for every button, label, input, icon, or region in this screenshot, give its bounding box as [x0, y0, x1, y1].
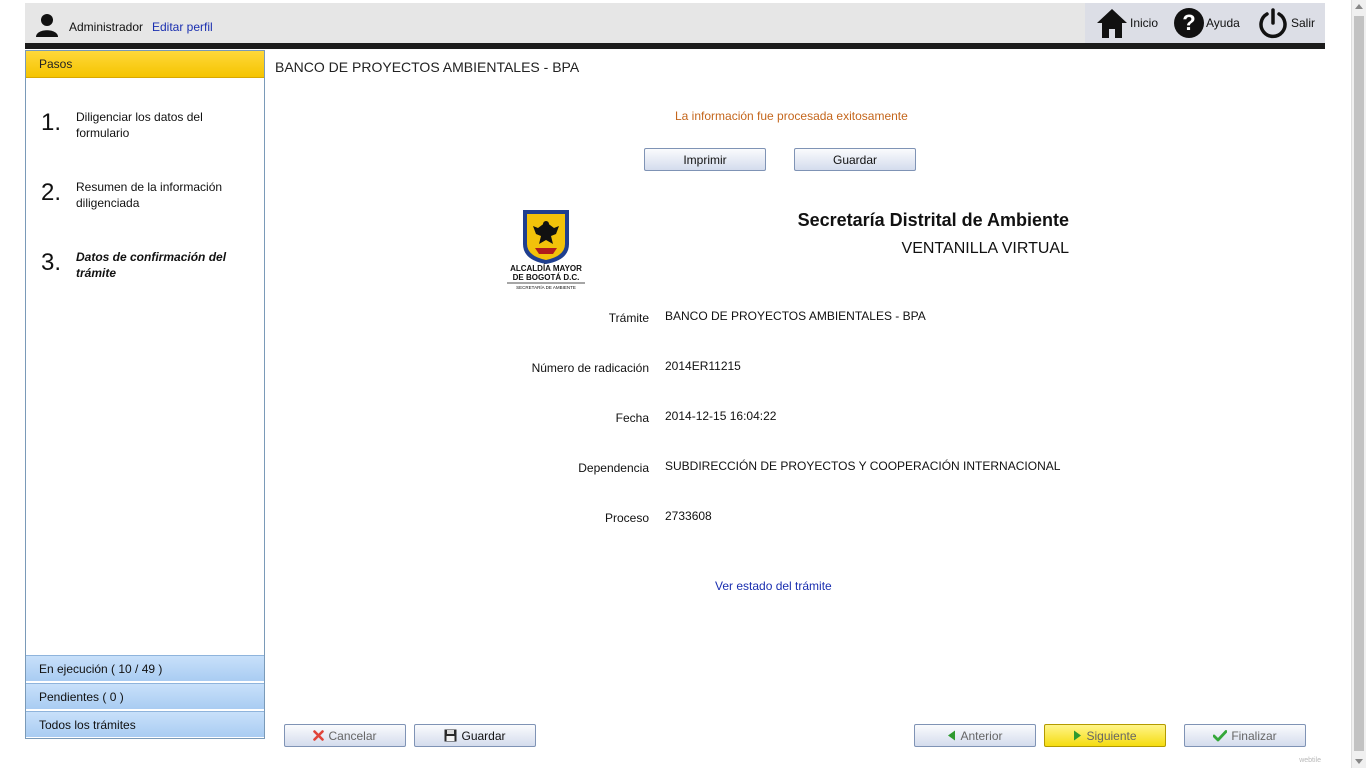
home-label: Inicio [1130, 16, 1159, 30]
save-button[interactable]: Guardar [414, 724, 536, 747]
next-label: Siguiente [1086, 728, 1137, 743]
watermark: webtile [1299, 757, 1321, 764]
svg-text:?: ? [1182, 10, 1195, 35]
sidebar-item-in-progress[interactable]: En ejecución ( 10 / 49 ) [26, 655, 264, 681]
field-label-dependencia: Dependencia [578, 461, 649, 475]
success-message: La información fue procesada exitosament… [675, 109, 908, 123]
org-subtitle: VENTANILLA VIRTUAL [901, 240, 1069, 257]
step-number: 3. [41, 249, 62, 276]
field-label-proceso: Proceso [604, 511, 649, 525]
scroll-down-icon[interactable] [1355, 759, 1363, 764]
next-button[interactable]: Siguiente [1044, 724, 1166, 747]
previous-button[interactable]: Anterior [914, 724, 1036, 747]
logout-button[interactable]: Salir [1257, 3, 1315, 43]
field-label-fecha: Fecha [615, 411, 649, 425]
field-value-tramite: BANCO DE PROYECTOS AMBIENTALES - BPA [665, 309, 926, 323]
steps-header: Pasos [26, 51, 264, 78]
logout-label: Salir [1291, 16, 1316, 30]
arrow-left-icon [947, 730, 956, 741]
save-top-button-label: Guardar [832, 152, 878, 167]
step-label: Datos de confirmación del trámite [76, 250, 227, 280]
print-button-label: Imprimir [683, 152, 727, 167]
previous-label: Anterior [960, 728, 1003, 743]
sidebar-item-all[interactable]: Todos los trámites [26, 711, 264, 737]
scroll-up-icon[interactable] [1355, 4, 1363, 9]
steps-sidebar: Pasos 1. Diligenciar los datos del formu… [25, 50, 265, 739]
scroll-thumb[interactable] [1354, 16, 1364, 751]
step-number: 1. [41, 109, 62, 136]
top-bar: Administrador Editar perfil Inicio ? Ayu… [25, 3, 1325, 49]
arrow-right-icon [1073, 730, 1082, 741]
field-label-tramite: Trámite [608, 311, 649, 325]
user-name: Administrador [69, 20, 144, 34]
top-nav: Inicio ? Ayuda Salir [1085, 3, 1325, 43]
help-button[interactable]: ? Ayuda [1173, 3, 1240, 43]
bogota-logo: ALCALDÍA MAYOR DE BOGOTÁ D.C. SECRETARÍA… [505, 208, 587, 292]
logo-line-3: SECRETARÍA DE AMBIENTE [516, 284, 576, 290]
user-icon [35, 13, 59, 37]
help-label: Ayuda [1206, 16, 1240, 30]
step-label: Diligenciar los datos del formulario [76, 110, 203, 140]
page-title: BANCO DE PROYECTOS AMBIENTALES - BPA [275, 59, 580, 75]
check-icon [1213, 729, 1228, 742]
org-title: Secretaría Distrital de Ambiente [797, 210, 1069, 230]
save-label: Guardar [461, 728, 506, 743]
help-icon: ? [1173, 7, 1205, 39]
logo-line-1: ALCALDÍA MAYOR [510, 264, 582, 273]
vertical-scrollbar[interactable] [1351, 0, 1366, 768]
power-icon [1257, 7, 1289, 39]
save-icon [444, 729, 457, 742]
finish-button[interactable]: Finalizar [1184, 724, 1306, 747]
cancel-label: Cancelar [328, 728, 377, 743]
finish-label: Finalizar [1231, 728, 1277, 743]
cancel-icon [313, 730, 325, 741]
field-value-proceso: 2733608 [665, 509, 712, 523]
sidebar-item-pending[interactable]: Pendientes ( 0 ) [26, 683, 264, 709]
status-link[interactable]: Ver estado del trámite [715, 579, 832, 593]
home-icon [1095, 6, 1129, 40]
cancel-button[interactable]: Cancelar [284, 724, 406, 747]
print-button[interactable]: Imprimir [644, 148, 766, 171]
step-label: Resumen de la información diligenciada [76, 180, 223, 210]
field-value-radicacion: 2014ER11215 [665, 359, 741, 373]
field-value-fecha: 2014-12-15 16:04:22 [665, 409, 777, 423]
home-button[interactable]: Inicio [1095, 3, 1158, 43]
step-number: 2. [41, 179, 62, 206]
field-value-dependencia: SUBDIRECCIÓN DE PROYECTOS Y COOPERACIÓN … [665, 459, 1061, 473]
save-top-button[interactable]: Guardar [794, 148, 916, 171]
edit-profile-link[interactable]: Editar perfil [152, 20, 213, 34]
logo-line-2: DE BOGOTÁ D.C. [513, 273, 580, 282]
field-label-radicacion: Número de radicación [531, 361, 649, 375]
